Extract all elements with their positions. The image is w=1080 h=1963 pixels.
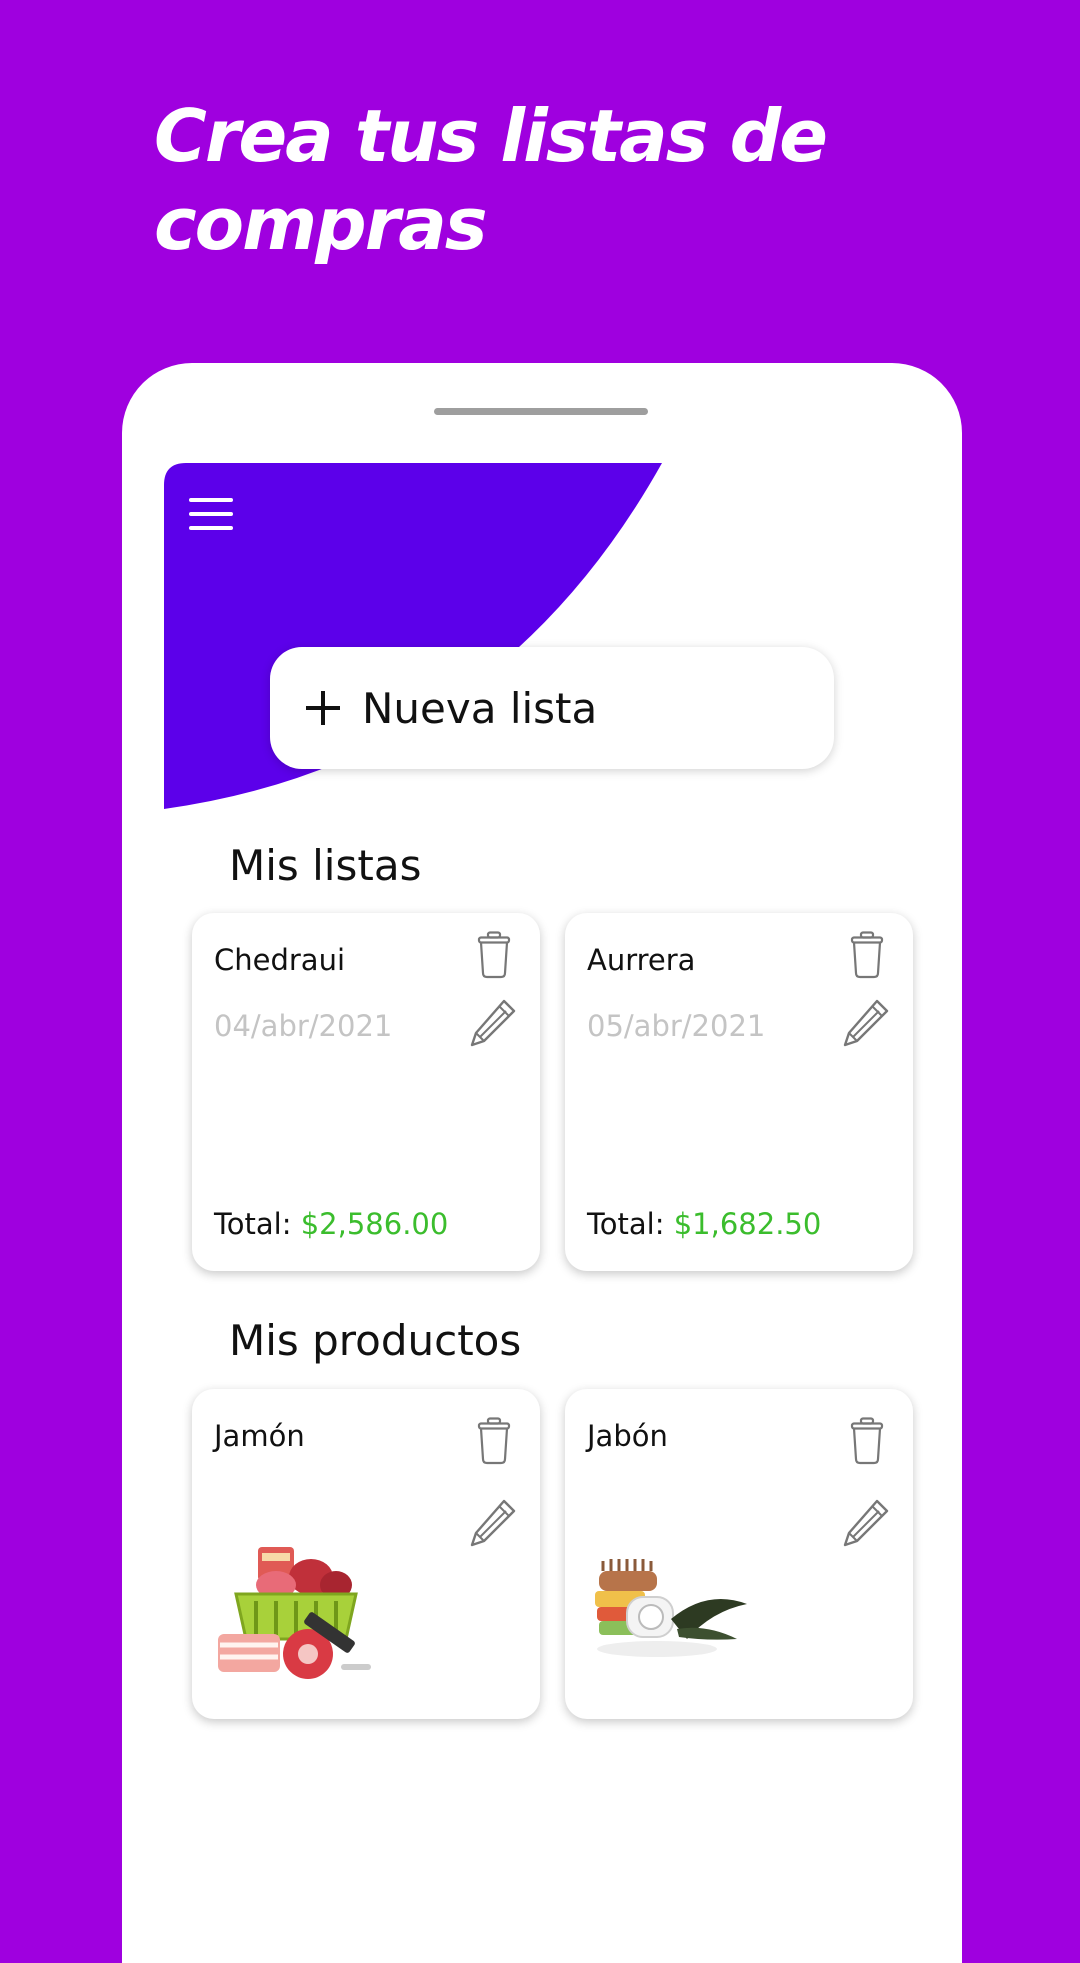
products-section-title: Mis productos bbox=[229, 1316, 522, 1365]
list-date: 04/abr/2021 bbox=[214, 1009, 393, 1043]
pencil-icon[interactable] bbox=[468, 997, 518, 1049]
pencil-icon[interactable] bbox=[841, 1497, 891, 1549]
trash-icon[interactable] bbox=[476, 931, 512, 979]
promo-headline: Crea tus listas de compras bbox=[154, 94, 828, 266]
product-card[interactable]: Jabón bbox=[565, 1389, 913, 1719]
new-list-label: Nueva lista bbox=[362, 683, 598, 733]
product-card[interactable]: Jamón bbox=[192, 1389, 540, 1719]
new-list-button[interactable]: Nueva lista bbox=[270, 647, 834, 769]
list-total: Total: $1,682.50 bbox=[587, 1207, 821, 1241]
total-amount: $1,682.50 bbox=[673, 1207, 822, 1241]
product-name: Jabón bbox=[587, 1419, 668, 1453]
list-card[interactable]: Aurrera 05/abr/2021 Total: $1,682.50 bbox=[565, 913, 913, 1271]
trash-icon[interactable] bbox=[476, 1417, 512, 1465]
phone-frame: Nueva lista Mis listas Chedraui 04/abr/2… bbox=[122, 363, 962, 1963]
meat-basket-image bbox=[218, 1547, 371, 1679]
notch-bar bbox=[434, 408, 648, 415]
pencil-icon[interactable] bbox=[468, 1497, 518, 1549]
soap-brush-towel-image bbox=[595, 1559, 747, 1657]
list-name: Chedraui bbox=[214, 943, 346, 977]
lists-section-title: Mis listas bbox=[229, 841, 422, 890]
trash-icon[interactable] bbox=[849, 1417, 885, 1465]
total-label: Total: bbox=[587, 1207, 665, 1241]
total-amount: $2,586.00 bbox=[300, 1207, 449, 1241]
list-date: 05/abr/2021 bbox=[587, 1009, 766, 1043]
list-name: Aurrera bbox=[587, 943, 696, 977]
product-name: Jamón bbox=[214, 1419, 305, 1453]
list-card[interactable]: Chedraui 04/abr/2021 Total: $2,586.00 bbox=[192, 913, 540, 1271]
menu-icon[interactable] bbox=[189, 498, 233, 532]
trash-icon[interactable] bbox=[849, 931, 885, 979]
list-total: Total: $2,586.00 bbox=[214, 1207, 448, 1241]
pencil-icon[interactable] bbox=[841, 997, 891, 1049]
plus-icon bbox=[306, 691, 340, 725]
total-label: Total: bbox=[214, 1207, 292, 1241]
